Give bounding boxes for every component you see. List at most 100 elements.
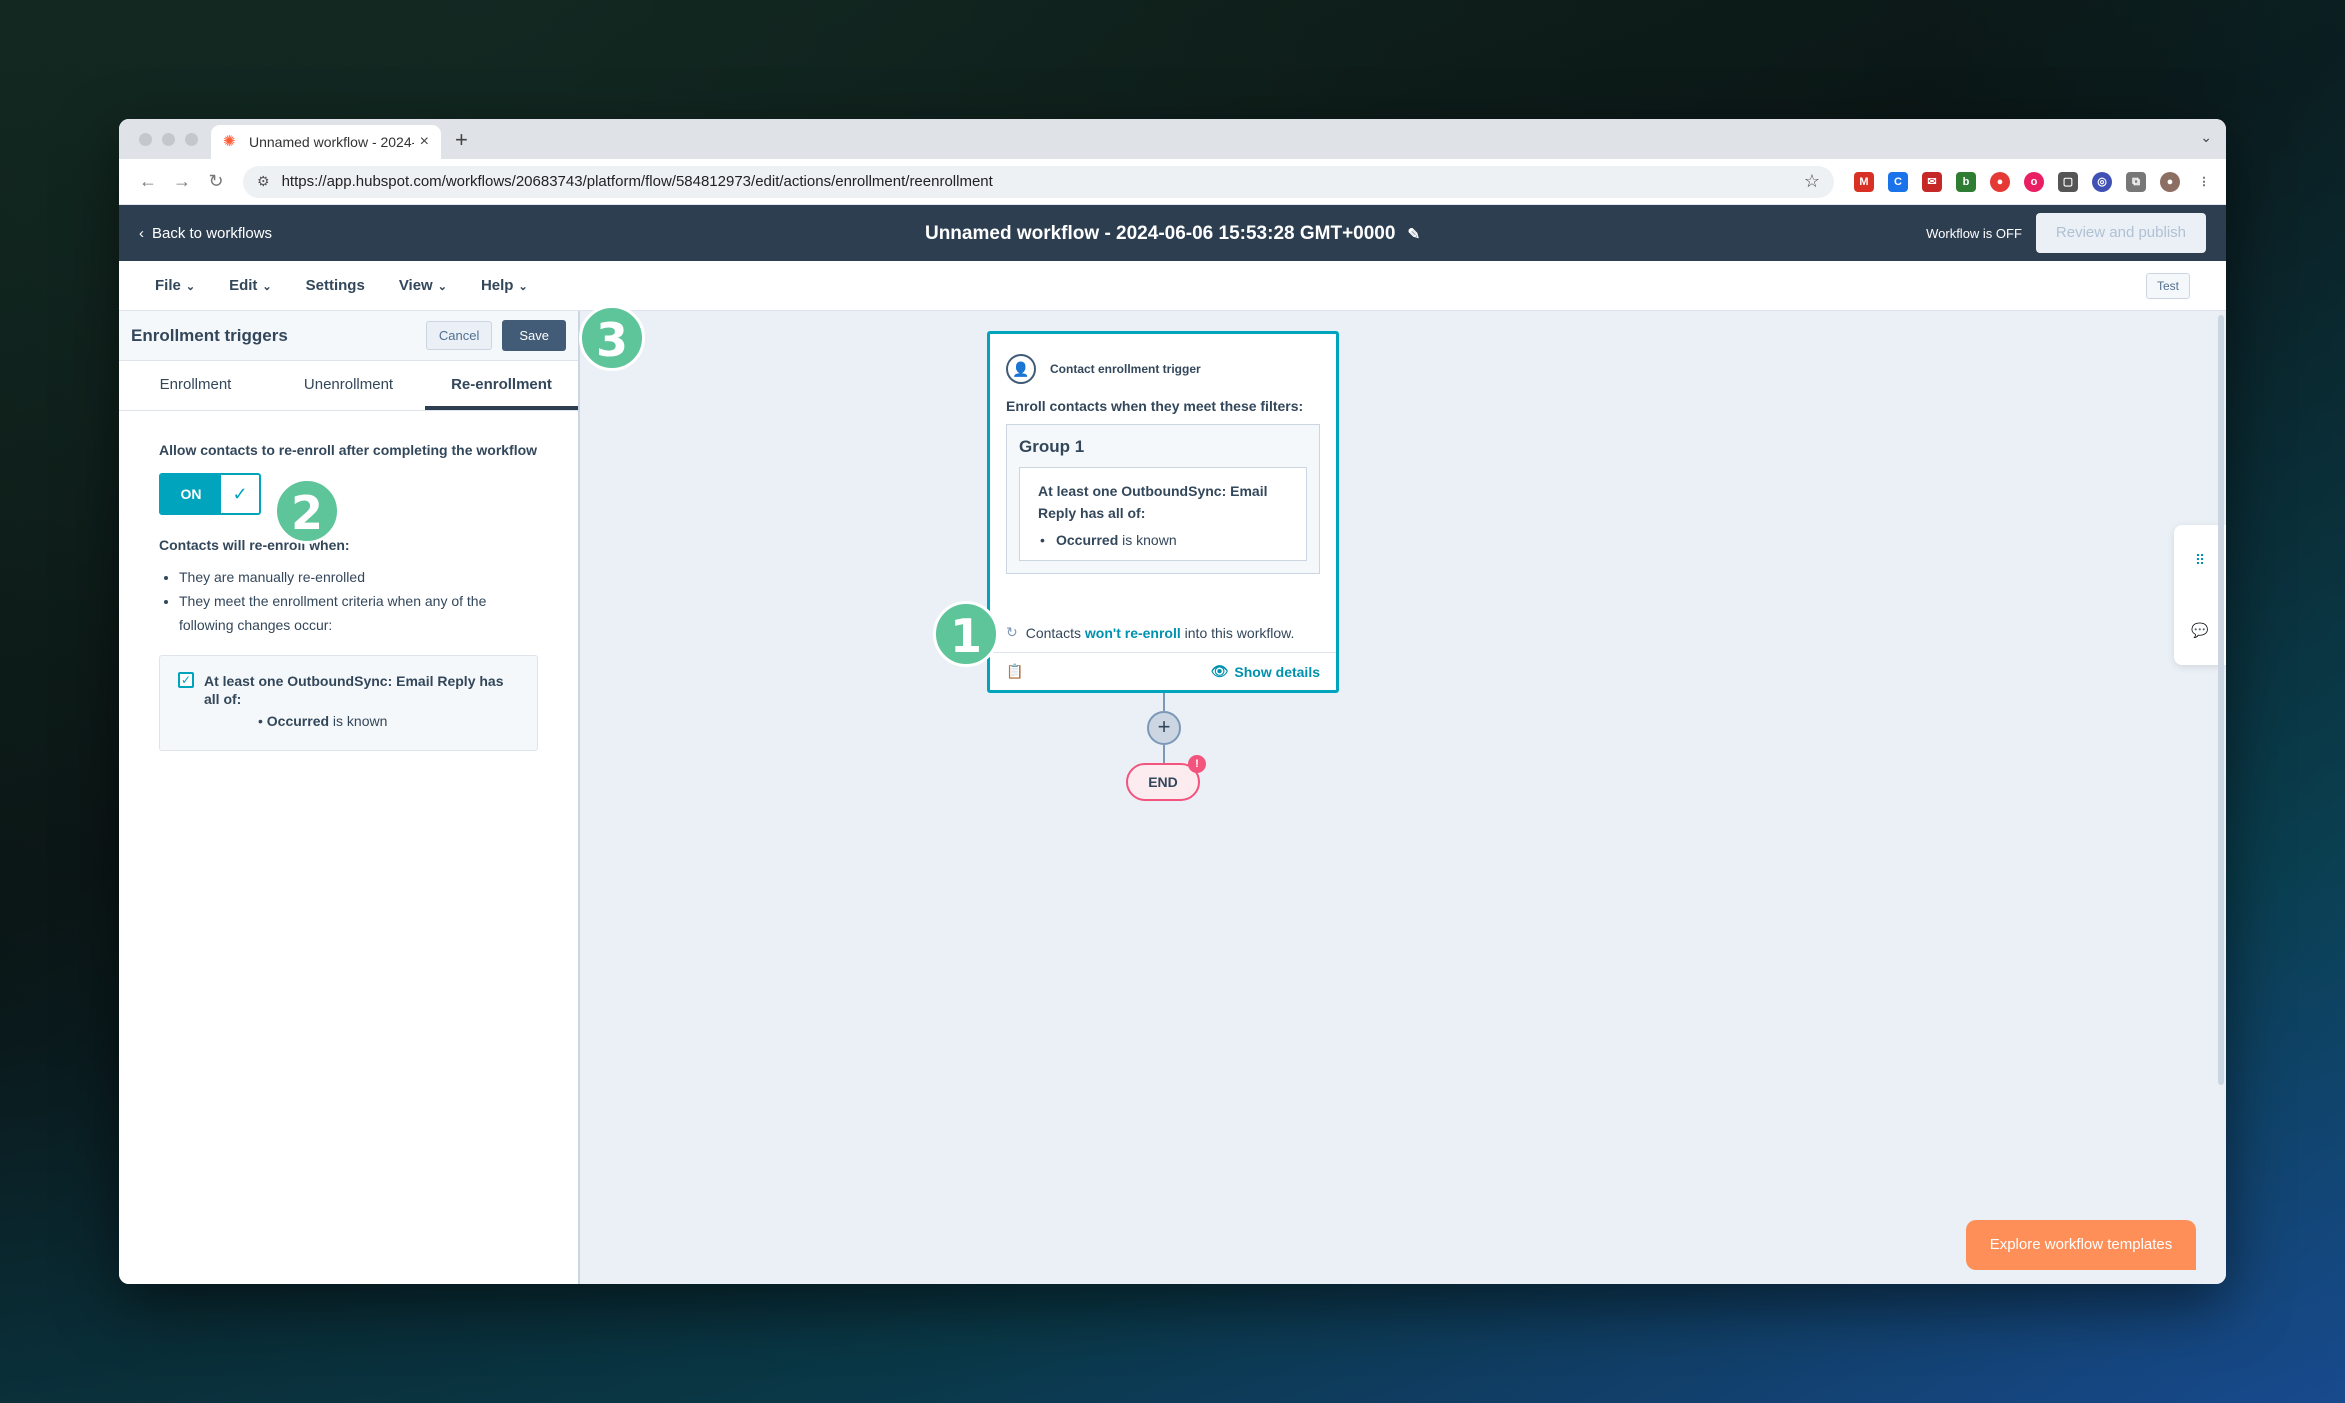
canvas-scrollbar[interactable] [2218,315,2224,1085]
browser-menu-icon[interactable]: ⋮ [2194,172,2214,192]
trigger-card-label: Contact enrollment trigger [1050,362,1201,376]
puzzle-extensions-icon[interactable]: ⧉ [2126,171,2146,192]
group-title: Group 1 [1019,437,1085,456]
enrollment-trigger-card[interactable]: 👤 Contact enrollment trigger Enroll cont… [987,331,1339,693]
tab-close-icon[interactable]: × [420,133,429,151]
menu-help[interactable]: Help ⌄ [481,277,528,294]
workflow-menu-bar: File ⌄ Edit ⌄ Settings View ⌄ Help ⌄ Test [119,261,2226,311]
close-window-button[interactable] [139,133,152,146]
extensions-area: M C ✉ b ● o ▢ ◎ ⧉ ● ⋮ [1854,171,2214,192]
connector-line [1163,745,1165,763]
globe-extension-icon[interactable]: ◎ [2092,171,2112,192]
reenroll-toggle[interactable]: ON ✓ [159,473,261,515]
note-accent-link[interactable]: won't re-enroll [1085,625,1181,641]
browser-tab-active[interactable]: ✺ Unnamed workflow - 2024-0 × [211,125,441,159]
workflow-status: Workflow is OFF [1926,225,2022,241]
pencil-edit-icon[interactable]: ✎ [1407,226,1420,243]
toggle-on-label: ON [161,475,221,513]
back-label: Back to workflows [152,224,273,242]
minimize-window-button[interactable] [162,133,175,146]
show-details-label: Show details [1234,663,1320,680]
alert-badge: ! [1188,755,1206,773]
back-to-workflows-link[interactable]: ‹ Back to workflows [139,225,272,242]
address-bar: ← → ↻ ⚙ https://app.hubspot.com/workflow… [119,159,2226,205]
maximize-window-button[interactable] [185,133,198,146]
chrome-extension-icon[interactable]: C [1888,171,1908,192]
allow-reenroll-label: Allow contacts to re-enroll after comple… [159,442,538,458]
review-and-publish-button[interactable]: Review and publish [2035,213,2206,253]
mail-extension-icon[interactable]: ✉ [1922,171,1942,192]
header-actions: Workflow is OFF Review and publish [1926,213,2206,253]
filter-title: At least one OutboundSync: Email Reply h… [1038,483,1268,521]
tab-enrollment[interactable]: Enrollment [119,361,272,410]
tab-list-chevron-icon[interactable]: ⌄ [2200,129,2212,146]
test-button[interactable]: Test [2145,272,2190,299]
bw-extension-icon[interactable]: b [1956,171,1976,192]
chevron-down-icon: ⌄ [262,281,272,293]
menu-edit[interactable]: Edit ⌄ [229,277,272,294]
browser-window: ✺ Unnamed workflow - 2024-0 × + ⌄ ← → ↻ … [119,119,2226,1284]
cancel-button[interactable]: Cancel [425,321,493,350]
clipboard-icon[interactable]: 📋 [1006,663,1023,680]
window-controls [139,133,198,146]
eye-icon: 👁 [1210,663,1229,679]
filter-item: Occurred is known [1038,532,1288,548]
workflow-canvas[interactable]: 👤 Contact enrollment trigger Enroll cont… [580,311,2226,1284]
pokeball-extension-icon[interactable]: ● [1990,171,2010,192]
profile-avatar[interactable]: ● [2160,171,2180,192]
menu-file[interactable]: File ⌄ [155,277,195,294]
chevron-down-icon: ⌄ [437,281,447,293]
list-item: They are manually re-enrolled [179,565,538,589]
trigger-card-footer: 📋 👁 Show details [990,652,1336,690]
show-details-link[interactable]: 👁 Show details [1211,663,1320,680]
screenshot-extension-icon[interactable]: ▢ [2058,171,2078,192]
reload-icon[interactable]: ↻ [199,171,233,192]
contact-person-icon: 👤 [1006,354,1036,384]
panel-tabs: Enrollment Unenrollment Re-enrollment [119,361,578,411]
reenroll-note: ↻ Contacts won't re-enroll into this wor… [1006,624,1294,641]
step-badge-3: 3 [579,305,645,371]
tab-re-enrollment[interactable]: Re-enrollment [425,361,578,410]
red-circle-extension-icon[interactable]: o [2024,171,2044,192]
chevron-down-icon: ⌄ [185,281,196,293]
reenroll-criteria-box: ✓ At least one OutboundSync: Email Reply… [159,655,538,751]
workflow-title-text: Unnamed workflow - 2024-06-06 15:53:28 G… [924,223,1396,244]
trigger-card-header: 👤 Contact enrollment trigger [990,334,1336,392]
chevron-left-icon: ‹ [139,224,144,242]
criteria-item-operator: is known [329,713,388,729]
step-badge-1: 1 [933,601,999,667]
checkmark-icon: ✓ [221,475,259,513]
criteria-item-property: Occurred [266,713,330,729]
step-badge-2: 2 [274,478,340,544]
tab-unenrollment[interactable]: Unenrollment [272,361,425,410]
add-action-button[interactable]: + [1147,711,1181,745]
filter-box: At least one OutboundSync: Email Reply h… [1019,467,1307,561]
new-tab-icon[interactable]: + [455,127,468,153]
editor-main: Enrollment triggers Cancel Save Enrollme… [119,311,2226,1284]
url-field[interactable]: ⚙ https://app.hubspot.com/workflows/2068… [243,165,1834,198]
workflow-header: ‹ Back to workflows Unnamed workflow - 2… [119,205,2226,261]
back-arrow-icon[interactable]: ← [131,171,165,192]
site-settings-icon[interactable]: ⚙ [257,173,270,190]
menu-view[interactable]: View ⌄ [399,277,447,294]
reenroll-when-heading: Contacts will re-enroll when: [159,537,350,553]
filter-item-operator: is known [1118,532,1177,548]
panel-body: Allow contacts to re-enroll after comple… [119,411,578,781]
bookmark-star-icon[interactable]: ☆ [1804,171,1820,192]
workflow-title: Unnamed workflow - 2024-06-06 15:53:28 G… [119,223,2226,245]
forward-arrow-icon[interactable]: → [165,171,199,192]
filter-group: Group 1 At least one OutboundSync: Email… [1006,424,1320,574]
save-button[interactable]: Save [502,320,566,351]
criteria-checkbox[interactable]: ✓ [178,672,194,688]
explore-workflow-templates-button[interactable]: Explore workflow templates [1966,1220,2196,1270]
refresh-icon: ↻ [1006,624,1018,640]
panel-header: Enrollment triggers Cancel Save [119,311,578,361]
menu-help-label: Help [480,277,514,294]
chevron-down-icon: ⌄ [518,281,528,293]
connector-line [1163,693,1165,711]
list-item: They meet the enrollment criteria when a… [179,589,538,637]
reenroll-conditions-list: They are manually re-enrolled They meet … [159,565,538,637]
gmail-extension-icon[interactable]: M [1854,171,1874,192]
trigger-card-subtitle: Enroll contacts when they meet these fil… [1006,398,1304,414]
menu-settings[interactable]: Settings [306,277,365,294]
